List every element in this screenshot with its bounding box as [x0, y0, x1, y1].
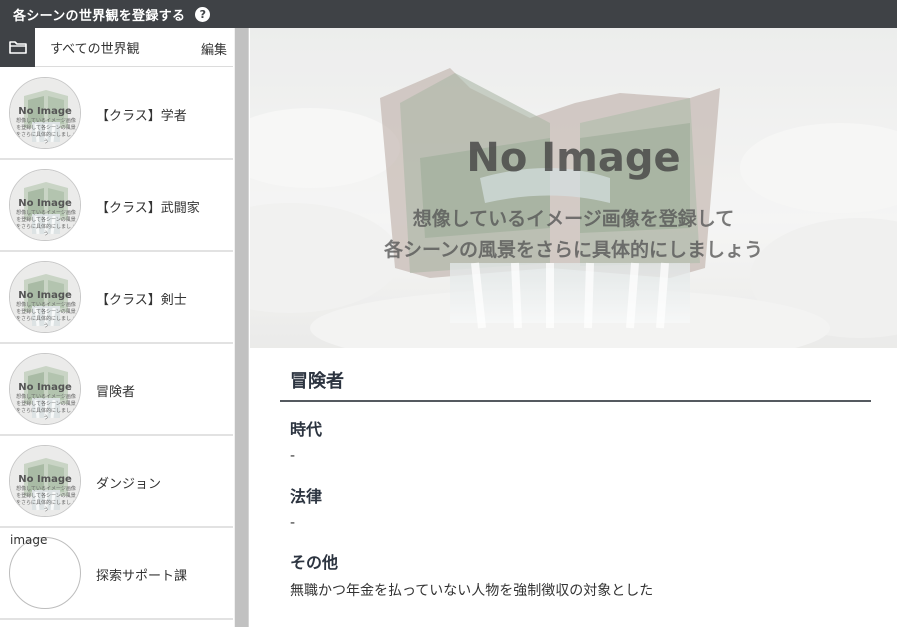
folder-button[interactable] — [0, 28, 35, 67]
title-bar: 各シーンの世界観を登録する ? — [0, 0, 897, 28]
thumb-subtext: 想像しているイメージ画像を登録して各シーンの風景をさらに具体的にしましょう — [15, 302, 76, 329]
thumb-no-image: No Image — [18, 198, 72, 209]
world-list-panel: すべての世界観 編集 No Image 想像しているイメージ画像を登録して各シー… — [0, 28, 249, 627]
hero-subtext-line1: 想像しているイメージ画像を登録して — [412, 208, 735, 230]
list-item[interactable]: No Image 想像しているイメージ画像を登録して各シーンの風景をさらに具体的… — [0, 160, 233, 252]
list-item[interactable]: No Image 想像しているイメージ画像を登録して各シーンの風景をさらに具体的… — [0, 436, 233, 528]
hero-subtext-line2: 各シーンの風景をさらに具体的にしましょう — [383, 239, 764, 261]
thumb-no-image: No Image — [18, 106, 72, 117]
scrollbar-thumb[interactable] — [235, 28, 248, 627]
hero-no-image-title: No Image — [466, 135, 681, 181]
folder-icon — [8, 41, 27, 54]
item-thumbnail: No Image 想像しているイメージ画像を登録して各シーンの風景をさらに具体的… — [9, 77, 81, 149]
list-item[interactable]: No Image 想像しているイメージ画像を登録して各シーンの風景をさらに具体的… — [0, 68, 233, 160]
image-alt-text: image — [10, 533, 48, 547]
list-item-label: 【クラス】剣士 — [96, 292, 187, 308]
hero-subtext: 想像しているイメージ画像を登録して 各シーンの風景をさらに具体的にしましょう — [250, 204, 897, 266]
thumb-subtext: 想像しているイメージ画像を登録して各シーンの風景をさらに具体的にしましょう — [15, 118, 76, 145]
section-value-law: - — [290, 515, 296, 531]
list-item-label: 冒険者 — [96, 384, 136, 400]
list-item-label: ダンジョン — [96, 476, 162, 492]
list-item[interactable]: image 探索サポート課 — [0, 528, 233, 620]
hero-image: No Image 想像しているイメージ画像を登録して 各シーンの風景をさらに具体… — [250, 28, 897, 348]
item-thumbnail: No Image 想像しているイメージ画像を登録して各シーンの風景をさらに具体的… — [9, 445, 81, 517]
section-heading-law: 法律 — [290, 487, 323, 506]
list-item[interactable]: No Image 想像しているイメージ画像を登録して各シーンの風景をさらに具体的… — [0, 252, 233, 344]
thumb-no-image: No Image — [18, 474, 72, 485]
thumb-no-image: No Image — [18, 290, 72, 301]
edit-button[interactable]: 編集 — [201, 39, 227, 58]
thumb-subtext: 想像しているイメージ画像を登録して各シーンの風景をさらに具体的にしましょう — [15, 210, 76, 237]
list-item-label: 探索サポート課 — [96, 568, 188, 584]
item-thumbnail: No Image 想像しているイメージ画像を登録して各シーンの風景をさらに具体的… — [9, 261, 81, 333]
section-heading-era: 時代 — [290, 420, 323, 439]
title-divider — [280, 400, 871, 402]
section-heading-other: その他 — [290, 553, 339, 572]
list-item-label: 【クラス】学者 — [96, 108, 187, 124]
all-worlds-tab[interactable]: すべての世界観 — [50, 38, 140, 57]
item-thumbnail: No Image 想像しているイメージ画像を登録して各シーンの風景をさらに具体的… — [9, 353, 81, 425]
window-title: 各シーンの世界観を登録する — [13, 8, 186, 24]
list-item-label: 【クラス】武闘家 — [96, 200, 200, 216]
section-value-other: 無職かつ年金を払っていない人物を強制徴収の対象とした — [290, 583, 654, 599]
thumb-subtext: 想像しているイメージ画像を登録して各シーンの風景をさらに具体的にしましょう — [15, 394, 76, 421]
list-header: すべての世界観 編集 — [0, 28, 233, 67]
item-thumbnail: No Image 想像しているイメージ画像を登録して各シーンの風景をさらに具体的… — [9, 169, 81, 241]
thumb-no-image: No Image — [18, 382, 72, 393]
section-value-era: - — [290, 448, 296, 464]
world-list: No Image 想像しているイメージ画像を登録して各シーンの風景をさらに具体的… — [0, 68, 233, 620]
no-image-hero-art — [250, 28, 897, 348]
world-name: 冒険者 — [290, 371, 344, 392]
help-icon[interactable]: ? — [195, 6, 211, 22]
list-item[interactable]: No Image 想像しているイメージ画像を登録して各シーンの風景をさらに具体的… — [0, 344, 233, 436]
list-scrollbar[interactable] — [234, 28, 248, 627]
thumb-subtext: 想像しているイメージ画像を登録して各シーンの風景をさらに具体的にしましょう — [15, 486, 76, 513]
item-thumbnail-empty — [9, 537, 81, 609]
